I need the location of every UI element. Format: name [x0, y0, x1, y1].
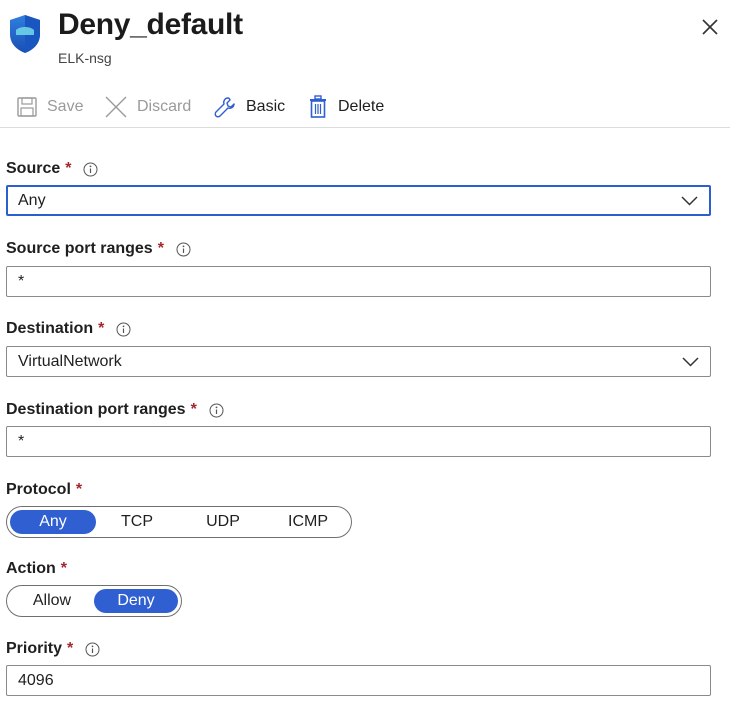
priority-input[interactable]: 4096 — [6, 665, 711, 696]
source-port-ranges-label-text: Source port ranges — [6, 240, 153, 257]
protocol-option-any[interactable]: Any — [10, 510, 96, 534]
blade-header: Deny_default ELK-nsg — [0, 0, 730, 80]
delete-button[interactable]: Delete — [307, 92, 384, 122]
info-icon[interactable] — [209, 403, 224, 418]
save-button[interactable]: Save — [16, 92, 83, 122]
delete-label: Delete — [338, 98, 385, 115]
source-label: Source * — [6, 160, 98, 178]
info-icon[interactable] — [116, 322, 131, 337]
page-subtitle: ELK-nsg — [58, 50, 112, 66]
destination-port-ranges-input[interactable]: * — [6, 426, 711, 457]
basic-button[interactable]: Basic — [213, 92, 285, 122]
action-toggle: Allow Deny — [6, 585, 182, 617]
discard-icon — [105, 96, 127, 118]
info-icon[interactable] — [85, 642, 100, 657]
destination-value: VirtualNetwork — [18, 352, 122, 370]
info-icon[interactable] — [83, 162, 98, 177]
source-port-ranges-input[interactable]: * — [6, 266, 711, 297]
required-asterisk: * — [67, 640, 74, 657]
required-asterisk: * — [65, 160, 72, 177]
source-value: Any — [18, 191, 46, 209]
save-icon — [17, 97, 37, 117]
page-title: Deny_default — [58, 8, 243, 41]
action-label-text: Action — [6, 560, 56, 577]
protocol-option-udp[interactable]: UDP — [178, 510, 268, 534]
shield-icon — [10, 15, 40, 53]
source-label-text: Source — [6, 160, 61, 177]
action-option-allow[interactable]: Allow — [10, 589, 94, 613]
required-asterisk: * — [98, 320, 105, 337]
destination-dropdown[interactable]: VirtualNetwork — [6, 346, 711, 377]
action-label: Action * — [6, 560, 67, 578]
protocol-label-text: Protocol — [6, 481, 71, 498]
destination-port-ranges-label: Destination port ranges * — [6, 401, 224, 419]
protocol-label: Protocol * — [6, 481, 82, 499]
save-label: Save — [47, 98, 84, 115]
destination-port-ranges-value: * — [18, 432, 25, 450]
priority-label-text: Priority — [6, 640, 63, 657]
required-asterisk: * — [60, 560, 68, 577]
protocol-option-tcp[interactable]: TCP — [96, 510, 178, 534]
required-asterisk: * — [75, 481, 83, 498]
source-port-ranges-label: Source port ranges * — [6, 240, 191, 258]
required-asterisk: * — [157, 240, 164, 257]
chevron-down-icon — [681, 195, 698, 206]
info-icon[interactable] — [176, 242, 191, 257]
priority-value: 4096 — [18, 671, 54, 689]
trash-icon — [310, 95, 326, 118]
discard-button[interactable]: Discard — [104, 92, 191, 122]
wrench-icon — [214, 97, 235, 118]
source-dropdown[interactable]: Any — [6, 185, 711, 216]
action-option-deny[interactable]: Deny — [94, 589, 178, 613]
chevron-down-icon — [682, 356, 699, 367]
priority-label: Priority * — [6, 640, 100, 658]
required-asterisk: * — [190, 401, 197, 418]
destination-label: Destination * — [6, 320, 131, 338]
basic-label: Basic — [246, 98, 286, 115]
protocol-toggle: Any TCP UDP ICMP — [6, 506, 352, 538]
command-bar: Save Discard Basic Delete — [0, 88, 730, 128]
close-icon[interactable] — [697, 14, 723, 40]
protocol-option-icmp[interactable]: ICMP — [268, 510, 348, 534]
destination-port-ranges-label-text: Destination port ranges — [6, 401, 186, 418]
destination-label-text: Destination — [6, 320, 94, 337]
source-port-ranges-value: * — [18, 272, 25, 290]
discard-label: Discard — [137, 98, 192, 115]
